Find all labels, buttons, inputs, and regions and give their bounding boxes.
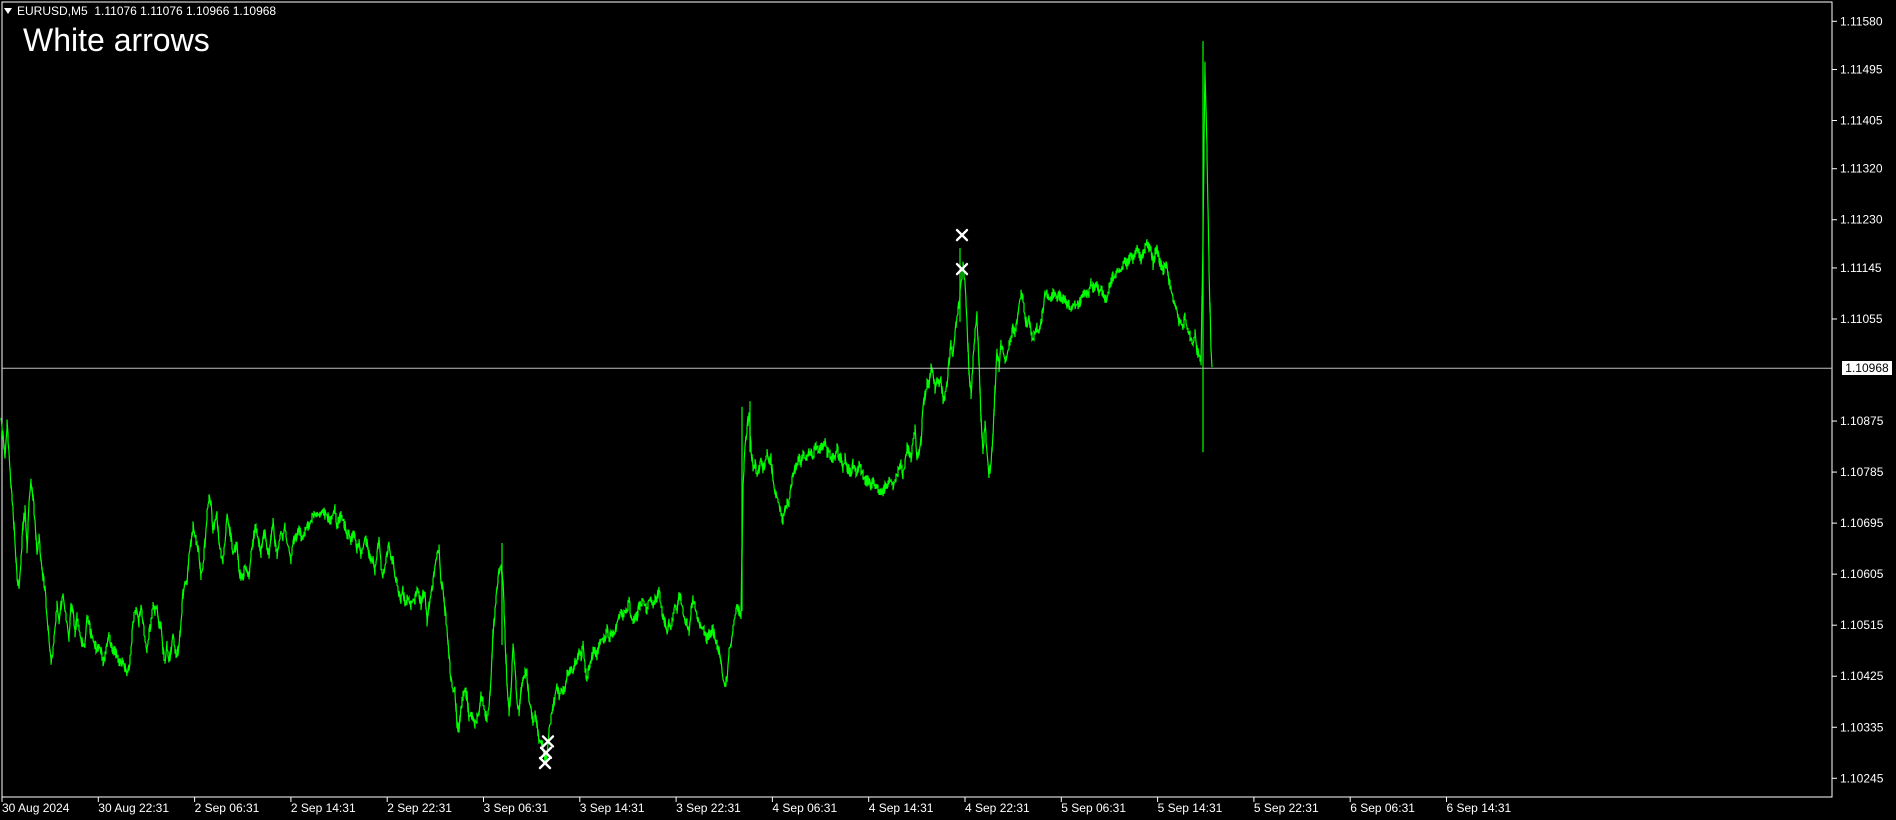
- time-tick-label: 2 Sep 06:31: [195, 801, 260, 815]
- price-tick-label: 1.10425: [1840, 669, 1884, 683]
- time-tick-label: 4 Sep 14:31: [869, 801, 934, 815]
- symbol-header[interactable]: EURUSD,M5 1.11076 1.11076 1.10966 1.1096…: [4, 4, 276, 18]
- price-tick-label: 1.11495: [1840, 62, 1883, 76]
- price-chart[interactable]: 1.11580 1.11495 1.11405 1.11320 1.11230 1.111…: [0, 0, 1896, 820]
- price-axis[interactable]: 1.11580 1.11495 1.11405 1.11320 1.11230 1.111…: [1832, 14, 1884, 785]
- arrow-cross: [955, 228, 969, 242]
- price-tick-label: 1.11580: [1840, 14, 1883, 28]
- chart-window[interactable]: 1.11580 1.11495 1.11405 1.11320 1.11230 1.111…: [0, 0, 1896, 820]
- ohlc-values: 1.11076 1.11076 1.10966 1.10968: [94, 4, 277, 18]
- symbol-label: EURUSD,M5: [17, 4, 88, 18]
- price-tick-label: 1.11230: [1840, 213, 1883, 227]
- price-line: [0, 61, 1213, 763]
- time-tick-label: 30 Aug 22:31: [98, 801, 169, 815]
- price-tick-label: 1.10785: [1840, 465, 1884, 479]
- price-tick-label: 1.11055: [1840, 312, 1883, 326]
- time-tick-label: 5 Sep 22:31: [1254, 801, 1319, 815]
- price-tick-label: 1.11405: [1840, 114, 1883, 128]
- time-tick-label: 3 Sep 06:31: [484, 801, 549, 815]
- time-tick-label: 2 Sep 22:31: [387, 801, 452, 815]
- plot-frame: [1, 1, 1833, 798]
- time-tick-label: 3 Sep 22:31: [676, 801, 741, 815]
- time-tick-label: 3 Sep 14:31: [580, 801, 645, 815]
- price-tick-label: 1.11145: [1840, 261, 1882, 275]
- time-tick-label: 6 Sep 06:31: [1350, 801, 1415, 815]
- price-spikes: [501, 41, 1204, 646]
- time-tick-label: 5 Sep 14:31: [1158, 801, 1223, 815]
- dropdown-triangle-icon[interactable]: [4, 7, 12, 14]
- time-tick-label: 5 Sep 06:31: [1061, 801, 1126, 815]
- price-tick-label: 1.10875: [1840, 414, 1884, 428]
- price-tick-label: 1.10245: [1840, 771, 1884, 785]
- time-tick-label: 30 Aug 2024: [2, 801, 70, 815]
- chart-label: White arrows: [23, 22, 210, 58]
- current-price-tag: 1.10968: [1842, 361, 1892, 376]
- time-tick-label: 6 Sep 14:31: [1447, 801, 1512, 815]
- price-series: [0, 61, 1213, 763]
- time-tick-label: 4 Sep 22:31: [965, 801, 1030, 815]
- time-tick-label: 4 Sep 06:31: [772, 801, 837, 815]
- signal-arrow: [955, 228, 969, 242]
- time-axis[interactable]: 30 Aug 2024 30 Aug 22:31 2 Sep 06:31 2 Sep …: [1, 797, 1512, 815]
- price-tick-label: 1.10335: [1840, 720, 1884, 734]
- price-tick-label: 1.10605: [1840, 567, 1884, 581]
- signal-arrows: [538, 228, 969, 770]
- price-tick-label: 1.10515: [1840, 618, 1884, 632]
- price-tick-label: 1.10695: [1840, 516, 1884, 530]
- time-tick-label: 2 Sep 14:31: [291, 801, 356, 815]
- price-tick-label: 1.11320: [1840, 162, 1883, 176]
